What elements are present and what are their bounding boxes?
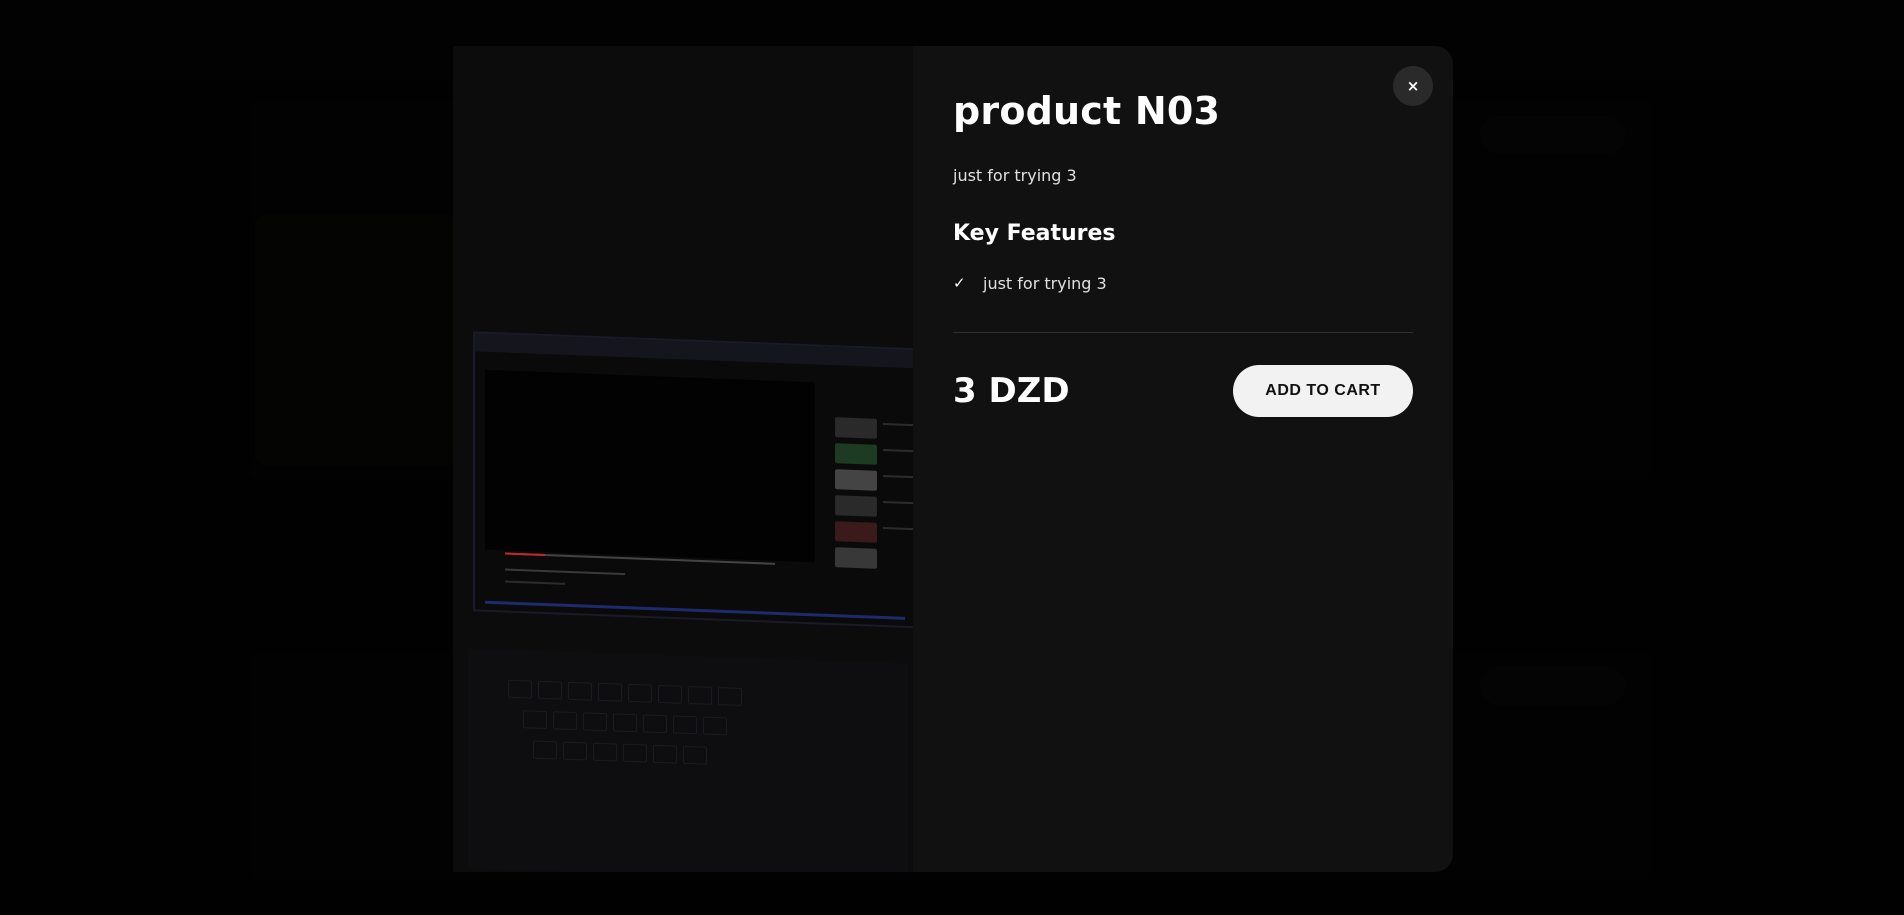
- features-list: ✓ just for trying 3: [953, 274, 1413, 293]
- product-modal: × product N03 just for trying 3 Key Feat…: [453, 46, 1453, 872]
- price-row: 3 DZD ADD TO CART: [953, 364, 1413, 417]
- laptop-keyboard: [468, 648, 908, 872]
- product-image: [453, 46, 913, 872]
- feature-item: ✓ just for trying 3: [953, 274, 1413, 293]
- product-description: just for trying 3: [953, 165, 1077, 185]
- product-info-panel: × product N03 just for trying 3 Key Feat…: [913, 46, 1453, 872]
- product-title: product N03: [953, 89, 1221, 133]
- key-features-heading: Key Features: [953, 220, 1116, 246]
- add-to-cart-button[interactable]: ADD TO CART: [1233, 364, 1413, 417]
- feature-text: just for trying 3: [983, 273, 1107, 293]
- laptop-photo-icon: [473, 331, 913, 629]
- divider: [953, 331, 1413, 333]
- product-price: 3 DZD: [953, 370, 1070, 411]
- check-icon: ✓: [953, 274, 966, 293]
- close-button[interactable]: ×: [1393, 66, 1433, 106]
